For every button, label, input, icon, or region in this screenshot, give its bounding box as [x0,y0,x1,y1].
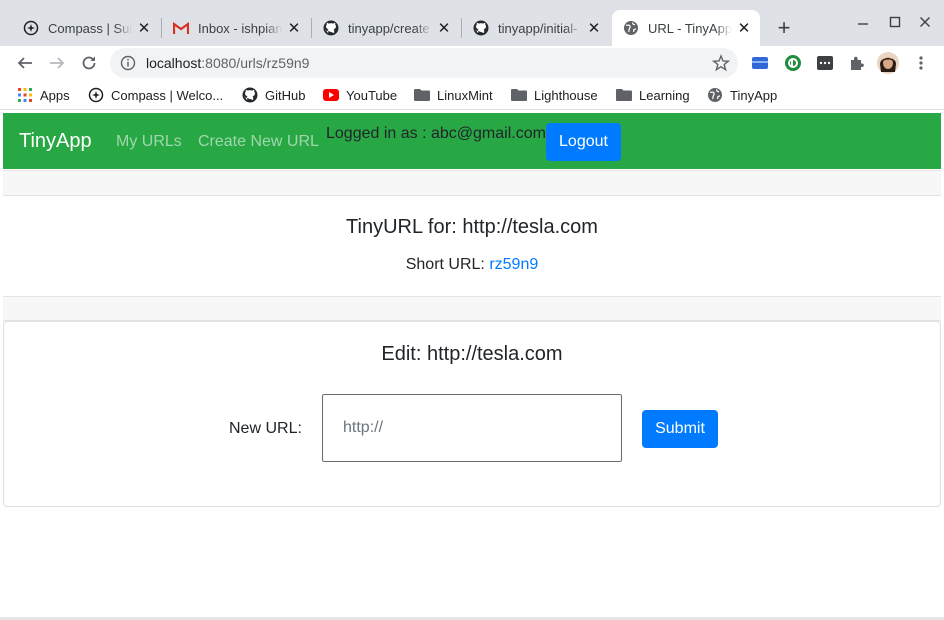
short-url-label: Short URL: [405,256,485,273]
page-content: TinyApp My URLs Create New URL Logged in… [0,112,944,620]
github-icon [472,19,490,37]
apps-grid-icon [17,87,33,103]
nav-my-urls[interactable]: My URLs [116,133,182,151]
logged-in-text: Logged in as : abc@gmail.com [326,125,546,142]
bookmark-compass[interactable]: Compass | Welco... [88,86,223,104]
url-host: localhost [146,55,202,71]
tab-gmail[interactable]: Inbox - ishpiam ✕ [162,10,310,46]
bookmark-lighthouse[interactable]: Lighthouse [511,86,598,104]
tab-strip: Compass | Sub ✕ Inbox - ishpiam ✕ tinyap… [0,0,944,46]
tab-title: Compass | Sub [48,20,132,36]
edit-card: Edit: http://tesla.com New URL: Submit [3,321,941,507]
extension-green-icon[interactable] [781,51,805,75]
tab-title: tinyapp/initial- [498,20,578,36]
folder-icon [616,87,632,103]
bookmark-learning[interactable]: Learning [616,86,690,104]
short-url-line: Short URL: rz59n9 [3,256,941,274]
close-icon[interactable]: ✕ [436,20,452,37]
new-url-label: New URL: [229,420,302,437]
new-tab-button[interactable]: + [770,14,798,42]
folder-icon [414,87,430,103]
gmail-icon [172,19,190,37]
github-icon [322,19,340,37]
bookmarks-bar: Apps Compass | Welco... GitHub YouTube L… [0,80,944,110]
bookmark-label: YouTube [346,87,398,103]
tab-github-initial[interactable]: tinyapp/initial- ✕ [462,10,610,46]
bookmark-label: Apps [40,87,70,103]
url-path: :8080/urls/rz59n9 [201,55,310,71]
address-url: localhost:8080/urls/rz59n9 [146,55,309,71]
new-url-input[interactable] [322,394,622,462]
site-info-icon[interactable] [120,55,136,71]
address-bar[interactable]: localhost:8080/urls/rz59n9 [110,48,738,78]
short-url-link[interactable]: rz59n9 [489,256,538,273]
tinyurl-card: TinyURL for: http://tesla.com Short URL:… [3,196,941,296]
close-window-icon[interactable] [914,12,936,32]
back-arrow-icon[interactable] [13,51,37,75]
bookmark-label: LinuxMint [437,87,493,103]
bookmark-star-icon[interactable] [711,54,731,72]
extension-dark-icon[interactable] [813,51,837,75]
extensions-puzzle-icon[interactable] [845,51,869,75]
bookmark-tinyapp[interactable]: TinyApp [707,86,777,104]
tinyurl-title: TinyURL for: http://tesla.com [346,216,598,238]
logout-button[interactable]: Logout [546,123,621,161]
avatar[interactable] [876,51,900,75]
maximize-icon[interactable] [884,12,906,32]
bookmark-label: Compass | Welco... [111,87,224,103]
more-menu-icon[interactable] [909,51,933,75]
close-icon[interactable]: ✕ [586,20,602,37]
bookmark-youtube[interactable]: YouTube [323,86,397,104]
close-icon[interactable]: ✕ [286,20,302,37]
compass-icon [22,19,40,37]
tab-tinyapp-active[interactable]: URL - TinyApp ✕ [612,10,760,46]
globe-icon [707,87,723,103]
brand-link[interactable]: TinyApp [19,130,92,153]
tab-title: Inbox - ishpiam [198,20,282,36]
youtube-icon [323,87,339,103]
bookmark-label: GitHub [265,87,306,103]
folder-icon [511,87,527,103]
compass-icon [88,87,104,103]
section-divider [3,170,941,196]
bookmark-label: Lighthouse [534,87,598,103]
bookmark-apps[interactable]: Apps [17,86,70,104]
close-icon[interactable]: ✕ [136,20,152,37]
reload-icon[interactable] [77,51,101,75]
tab-github-create[interactable]: tinyapp/create ✕ [312,10,460,46]
bookmark-label: TinyApp [730,87,778,103]
edit-title: Edit: http://tesla.com [381,343,563,365]
forward-arrow-icon[interactable] [45,51,69,75]
nav-create-new-url[interactable]: Create New URL [198,133,319,151]
minimize-icon[interactable] [852,12,874,32]
bookmark-linuxmint[interactable]: LinuxMint [414,86,493,104]
github-icon [242,87,258,103]
browser-toolbar: localhost:8080/urls/rz59n9 [0,46,944,80]
tab-title: tinyapp/create [348,20,430,36]
bookmark-label: Learning [639,87,690,103]
extension-blue-icon[interactable] [748,51,772,75]
section-divider [3,296,941,321]
tab-compass[interactable]: Compass | Sub ✕ [12,10,160,46]
bookmark-github[interactable]: GitHub [242,86,305,104]
globe-icon [622,19,640,37]
app-navbar: TinyApp My URLs Create New URL Logged in… [3,113,941,169]
submit-button[interactable]: Submit [642,410,718,448]
close-icon[interactable]: ✕ [736,20,752,37]
tab-title: URL - TinyApp [648,20,732,36]
